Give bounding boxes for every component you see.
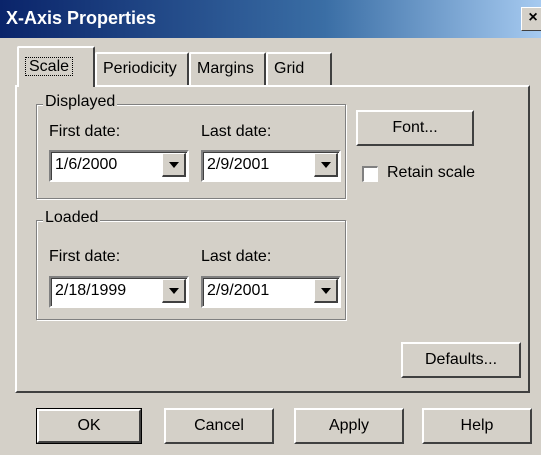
loaded-last-date-value: 2/9/2001 xyxy=(207,282,270,299)
displayed-first-date-label: First date: xyxy=(49,123,121,140)
chevron-down-icon[interactable] xyxy=(162,279,186,303)
tab-grid[interactable]: Grid xyxy=(266,52,332,85)
displayed-last-date-combo[interactable]: 2/9/2001 xyxy=(201,150,341,182)
retain-scale-label: Retain scale xyxy=(387,164,476,181)
chevron-down-icon[interactable] xyxy=(314,279,338,303)
tab-grid-label: Grid xyxy=(274,60,305,77)
help-button[interactable]: Help xyxy=(422,408,532,444)
displayed-group: Displayed First date: Last date: 1/6/200… xyxy=(36,93,346,199)
loaded-group: Loaded First date: Last date: 2/18/1999 … xyxy=(36,209,346,320)
scale-tab-panel: Displayed First date: Last date: 1/6/200… xyxy=(15,85,530,393)
chevron-down-icon[interactable] xyxy=(314,153,338,177)
retain-scale-checkbox[interactable] xyxy=(362,166,378,182)
chevron-down-icon[interactable] xyxy=(162,153,186,177)
loaded-last-date-label: Last date: xyxy=(201,248,272,265)
tab-scale-label: Scale xyxy=(25,57,74,76)
displayed-first-date-combo[interactable]: 1/6/2000 xyxy=(49,150,189,182)
ok-button[interactable]: OK xyxy=(36,408,142,444)
font-button[interactable]: Font... xyxy=(356,110,474,146)
close-icon[interactable]: × xyxy=(521,7,541,31)
apply-button[interactable]: Apply xyxy=(294,408,404,444)
loaded-group-title: Loaded xyxy=(43,209,101,227)
tab-scale[interactable]: Scale xyxy=(17,46,95,87)
tab-margins-label: Margins xyxy=(197,60,254,77)
tab-periodicity-label: Periodicity xyxy=(103,60,177,77)
loaded-first-date-combo[interactable]: 2/18/1999 xyxy=(49,276,189,308)
displayed-first-date-value: 1/6/2000 xyxy=(55,156,118,173)
loaded-first-date-value: 2/18/1999 xyxy=(55,282,127,299)
tab-periodicity[interactable]: Periodicity xyxy=(95,52,189,85)
tab-margins[interactable]: Margins xyxy=(189,52,266,85)
displayed-last-date-label: Last date: xyxy=(201,123,272,140)
displayed-last-date-value: 2/9/2001 xyxy=(207,156,270,173)
defaults-button[interactable]: Defaults... xyxy=(401,342,521,378)
displayed-group-title: Displayed xyxy=(43,93,118,111)
loaded-last-date-combo[interactable]: 2/9/2001 xyxy=(201,276,341,308)
loaded-first-date-label: First date: xyxy=(49,248,121,265)
cancel-button[interactable]: Cancel xyxy=(164,408,274,444)
window-title: X-Axis Properties xyxy=(6,8,157,28)
title-bar: X-Axis Properties × xyxy=(0,0,541,38)
